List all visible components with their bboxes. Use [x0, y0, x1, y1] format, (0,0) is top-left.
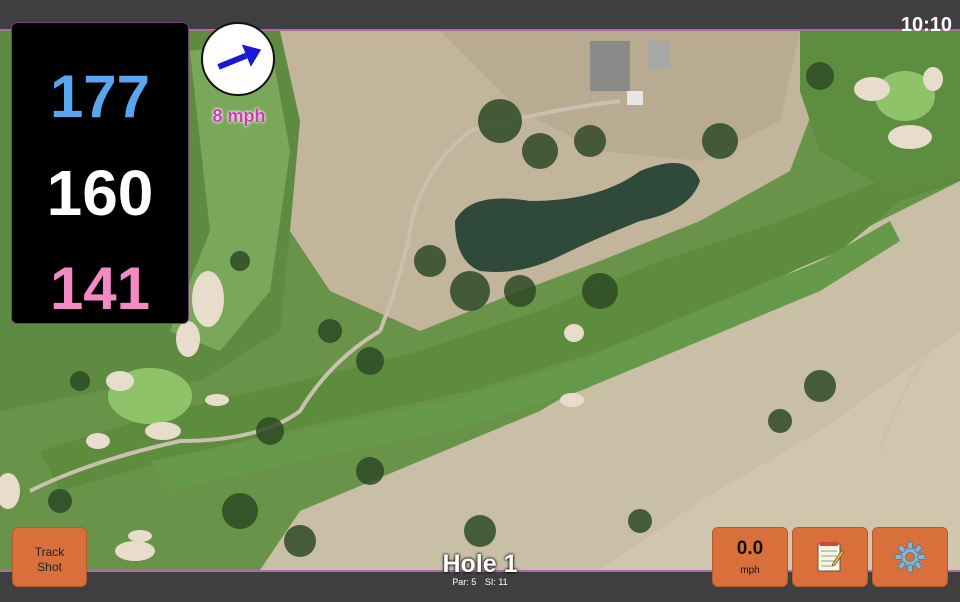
speed-button[interactable]: 0.0 mph	[712, 527, 788, 587]
settings-button[interactable]	[872, 527, 948, 587]
wind-speed: 8 mph	[212, 106, 266, 126]
distance-panel: 177 160 141	[11, 22, 189, 324]
notepad-icon	[817, 542, 845, 572]
track-shot-button[interactable]: Track Shot	[12, 527, 87, 587]
speed-value: 0.0	[736, 538, 764, 559]
gear-icon	[894, 541, 926, 573]
track-shot-label-line1: Track	[34, 545, 65, 559]
hole-par: Par: 5	[452, 577, 477, 587]
hole-stroke-index: SI: 11	[484, 577, 508, 587]
back-distance: 177	[49, 63, 151, 130]
track-shot-label-line2: Shot	[37, 560, 62, 574]
middle-distance: 160	[46, 157, 154, 229]
hole-title: Hole 1	[442, 550, 518, 578]
notes-button[interactable]	[792, 527, 868, 587]
wind-direction-indicator	[201, 22, 275, 96]
speed-unit: mph	[740, 565, 760, 576]
hole-meta: Par: 5 SI: 11	[380, 577, 580, 587]
front-distance: 141	[49, 255, 151, 322]
arrow-icon	[217, 44, 262, 70]
